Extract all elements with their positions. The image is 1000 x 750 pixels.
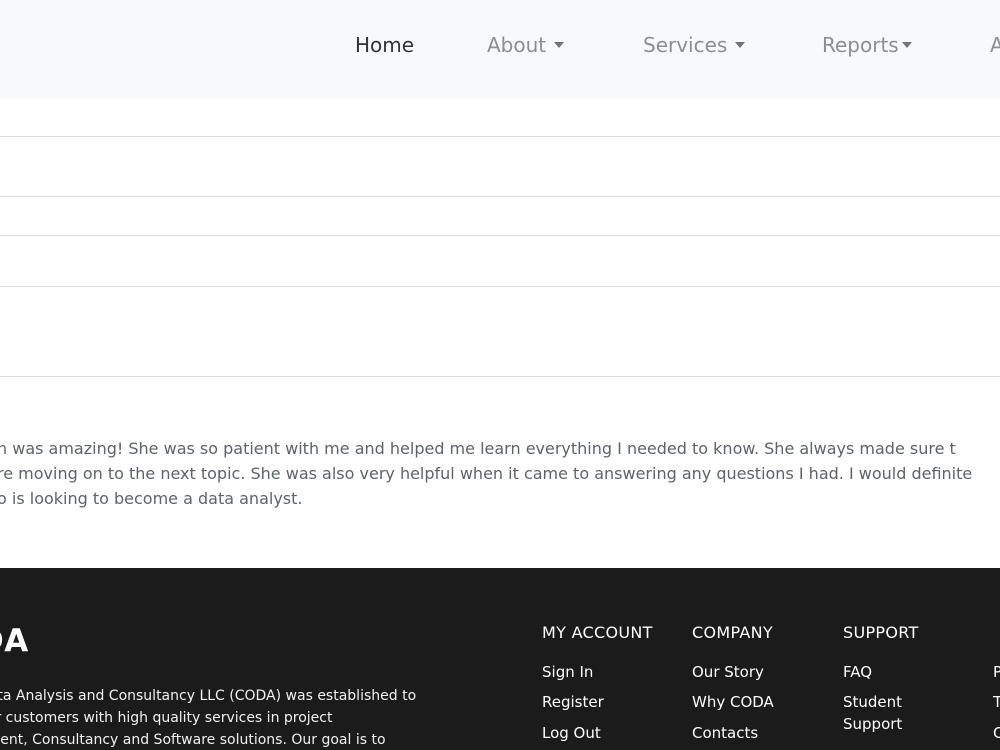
- chevron-down-icon: [901, 41, 912, 48]
- support-heading: SUPPORT: [843, 623, 919, 642]
- nav-about[interactable]: About: [487, 33, 565, 57]
- testimonial-line: re moving on to the next topic. She was …: [0, 464, 973, 483]
- footer-brand-logo: DA: [0, 623, 29, 659]
- footer-about-text: Data Analysis and Consultancy LLC (CODA)…: [0, 685, 468, 750]
- testimonial-line: h was amazing! She was so patient with m…: [0, 439, 956, 458]
- divider: [0, 136, 1000, 137]
- student-support-link[interactable]: Student Support: [843, 691, 923, 735]
- our-story-link[interactable]: Our Story: [692, 661, 764, 683]
- my-account-heading: MY ACCOUNT: [542, 623, 653, 642]
- partial-column-link[interactable]: C: [993, 722, 1000, 744]
- about-line: ement, Consultancy and Software solution…: [0, 732, 386, 748]
- footer: DA Data Analysis and Consultancy LLC (CO…: [0, 568, 1000, 750]
- nav-partial-item[interactable]: A: [990, 33, 1000, 57]
- nav-reports-label: Reports: [822, 33, 899, 57]
- contacts-link[interactable]: Contacts: [692, 722, 758, 744]
- chevron-down-icon: [735, 41, 746, 48]
- register-link[interactable]: Register: [542, 691, 604, 713]
- nav-services[interactable]: Services: [643, 33, 746, 57]
- divider: [0, 376, 1000, 377]
- sign-in-link[interactable]: Sign In: [542, 661, 593, 683]
- divider: [0, 286, 1000, 287]
- why-coda-link[interactable]: Why CODA: [692, 691, 774, 713]
- faq-link[interactable]: FAQ: [843, 661, 872, 683]
- nav-about-label: About: [487, 33, 547, 57]
- log-out-link[interactable]: Log Out: [542, 722, 601, 744]
- testimonial-text: h was amazing! She was so patient with m…: [0, 436, 1000, 511]
- chevron-down-icon: [554, 41, 565, 48]
- divider: [0, 235, 1000, 236]
- about-line: our customers with high quality services…: [0, 710, 333, 726]
- partial-column-link[interactable]: T: [993, 691, 1000, 713]
- nav-services-label: Services: [643, 33, 728, 57]
- nav-reports[interactable]: Reports: [822, 33, 912, 57]
- testimonial-line: o is looking to become a data analyst.: [0, 489, 303, 508]
- about-line: Data Analysis and Consultancy LLC (CODA)…: [0, 688, 417, 704]
- divider: [0, 196, 1000, 197]
- company-heading: COMPANY: [692, 623, 773, 642]
- partial-column-link[interactable]: P: [993, 661, 1000, 683]
- nav-home[interactable]: Home: [355, 33, 414, 57]
- top-navbar: Home About Services Reports A: [0, 0, 1000, 98]
